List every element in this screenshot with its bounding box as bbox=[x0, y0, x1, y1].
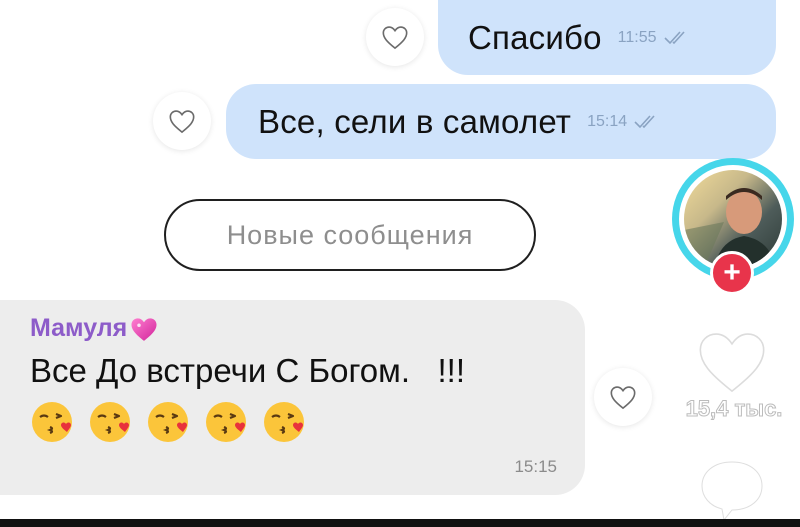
double-check-read-icon bbox=[633, 114, 659, 130]
kissing-heart-emoji-icon bbox=[264, 402, 304, 442]
sender-name-text: Мамуля bbox=[30, 314, 128, 342]
message-text: Все До встречи С Богом. !!! bbox=[30, 352, 465, 389]
double-check-read-icon bbox=[663, 30, 689, 46]
kissing-heart-emoji-icon bbox=[206, 402, 246, 442]
comment-bubble-icon bbox=[701, 461, 763, 519]
message-text: Спасибо bbox=[468, 18, 602, 56]
like-count: 15,4 тыс. bbox=[685, 396, 783, 422]
heart-outline-icon bbox=[382, 26, 408, 50]
new-messages-separator: Новые сообщения bbox=[164, 199, 536, 271]
like-heart-button-msg2[interactable] bbox=[153, 92, 211, 150]
sender-name: Мамуля bbox=[30, 314, 159, 343]
like-heart-button-msg1[interactable] bbox=[366, 8, 424, 66]
kissing-heart-emoji-icon bbox=[148, 402, 188, 442]
bottom-edge-bar bbox=[0, 519, 800, 527]
heart-filled-icon bbox=[699, 333, 765, 393]
follow-plus-button[interactable]: + bbox=[710, 251, 754, 295]
sparkling-heart-icon bbox=[131, 317, 157, 341]
emoji-row bbox=[30, 398, 310, 446]
video-like-button[interactable] bbox=[694, 326, 770, 396]
message-text: Все, сели в самолет bbox=[258, 102, 572, 140]
incoming-message[interactable]: Мамуля Все До встречи С Богом. !!! 15:15 bbox=[0, 300, 585, 495]
kissing-heart-emoji-icon bbox=[90, 402, 130, 442]
heart-outline-icon bbox=[169, 110, 195, 134]
like-heart-button-msg3[interactable] bbox=[594, 368, 652, 426]
message-time: 11:55 bbox=[617, 28, 657, 46]
heart-outline-icon bbox=[610, 386, 636, 410]
message-time: 15:14 bbox=[587, 112, 628, 130]
outgoing-message[interactable]: Все, сели в самолет 15:14 bbox=[226, 84, 776, 159]
kissing-heart-emoji-icon bbox=[32, 402, 72, 442]
video-comment-button[interactable] bbox=[698, 458, 766, 519]
message-time: 15:15 bbox=[514, 457, 557, 476]
outgoing-message[interactable]: Спасибо 11:55 bbox=[438, 0, 776, 75]
